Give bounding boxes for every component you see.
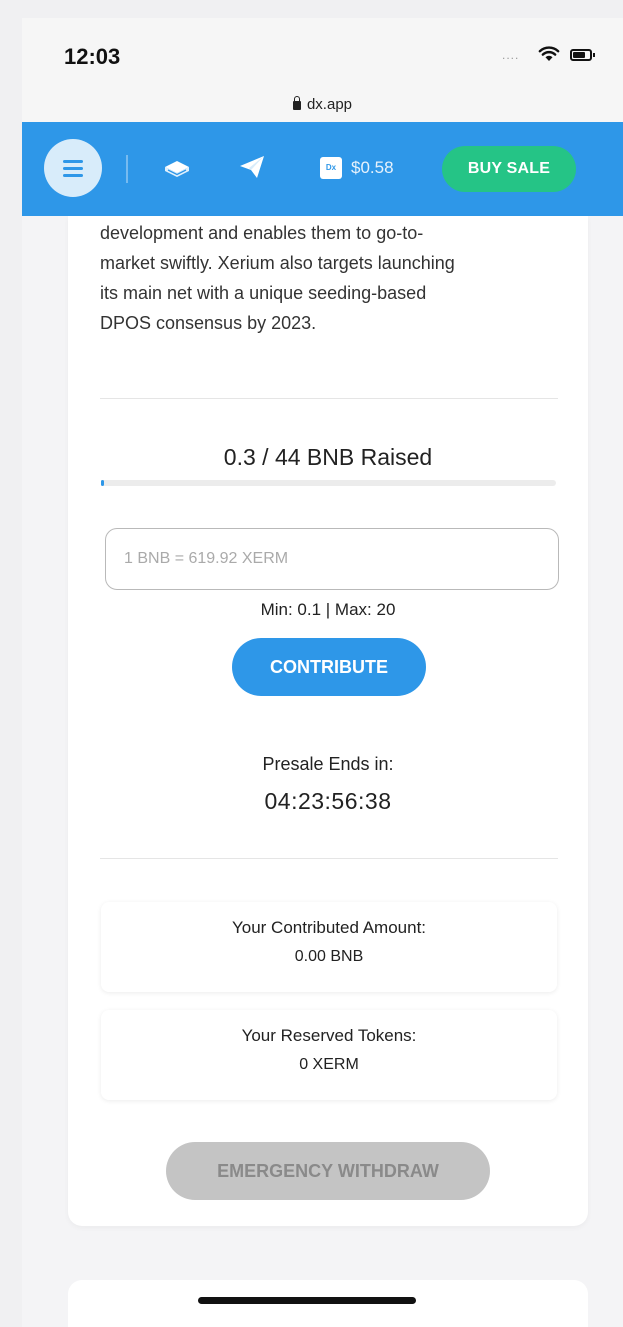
divider <box>100 858 558 859</box>
url-text: dx.app <box>306 96 353 113</box>
dx-logo-icon: Dx <box>320 157 342 179</box>
description-line: DPOS consensus by 2023. <box>100 313 317 333</box>
presale-card: development and enables them to go-to- m… <box>68 216 588 1226</box>
telegram-icon[interactable] <box>238 153 266 186</box>
address-bar[interactable]: dx.app <box>22 88 623 122</box>
contribute-button[interactable]: CONTRIBUTE <box>232 638 426 696</box>
reserved-tokens-value: 0 XERM <box>299 1056 359 1073</box>
top-navbar: Dx $0.58 BUY SALE <box>22 122 623 216</box>
divider <box>100 398 558 399</box>
status-time: 12:03 <box>64 44 121 69</box>
presale-countdown: 04:23:56:38 <box>264 788 392 814</box>
phone-screen: 12:03 .... dx.app Dx $0.58 BUY SALE deve… <box>22 18 623 1327</box>
contribution-limits: Min: 0.1 | Max: 20 <box>260 600 396 619</box>
home-indicator[interactable] <box>198 1297 416 1304</box>
buy-sale-button[interactable]: BUY SALE <box>442 146 576 192</box>
contributed-amount-value: 0.00 BNB <box>294 948 364 965</box>
description-line: development and enables them to go-to- <box>100 223 424 243</box>
contribution-amount-input[interactable] <box>105 528 559 590</box>
contributed-amount-label: Your Contributed Amount: <box>231 918 427 937</box>
description-line: its main net with a unique seeding-based <box>100 283 427 303</box>
presale-ends-label: Presale Ends in: <box>262 754 394 774</box>
status-bar: 12:03 .... <box>22 18 623 88</box>
raise-progress-bar <box>101 480 556 486</box>
nav-divider <box>126 155 128 183</box>
contributed-amount-box: Your Contributed Amount: 0.00 BNB <box>101 902 557 992</box>
lock-icon <box>292 96 301 110</box>
emergency-withdraw-button[interactable]: EMERGENCY WITHDRAW <box>166 1142 490 1200</box>
wifi-icon <box>538 46 560 67</box>
signal-dots: .... <box>502 48 520 62</box>
menu-button[interactable] <box>44 139 102 197</box>
token-price: $0.58 <box>351 158 394 177</box>
book-icon[interactable] <box>162 154 192 189</box>
project-description: development and enables them to go-to- m… <box>100 218 560 338</box>
raise-progress-fill <box>101 480 105 486</box>
reserved-tokens-label: Your Reserved Tokens: <box>241 1026 417 1045</box>
description-line: market swiftly. Xerium also targets laun… <box>100 253 455 273</box>
battery-icon <box>570 49 595 61</box>
raised-amount: 0.3 / 44 BNB Raised <box>223 444 433 470</box>
reserved-tokens-box: Your Reserved Tokens: 0 XERM <box>101 1010 557 1100</box>
